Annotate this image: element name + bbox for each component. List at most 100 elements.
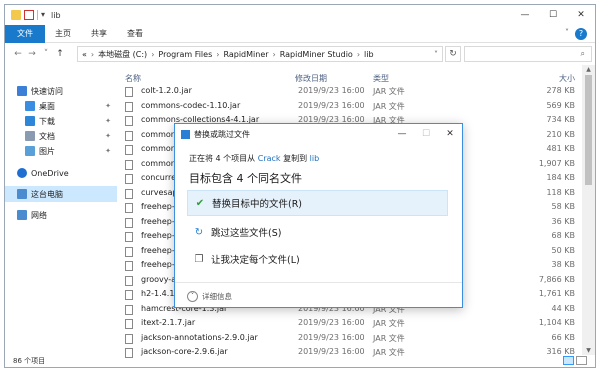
sidebar-item-pictures[interactable]: 图片 ✦: [5, 143, 117, 159]
file-row[interactable]: commons-codec-1.10.jar 2019/9/23 16:00 JAR…: [122, 100, 581, 114]
destination-folder-link[interactable]: lib: [310, 154, 320, 163]
forward-button[interactable]: →: [25, 49, 39, 59]
vertical-scrollbar[interactable]: ▲ ▼: [582, 65, 595, 355]
properties-icon[interactable]: [24, 10, 34, 20]
pin-icon[interactable]: ✦: [105, 147, 111, 155]
dialog-title: 替换或跳过文件: [194, 129, 250, 139]
breadcrumb-drive[interactable]: 本地磁盘 (C:): [98, 49, 147, 60]
replace-files-option[interactable]: ✔ 替换目标中的文件(R): [187, 190, 448, 216]
minimize-button[interactable]: —: [511, 5, 539, 25]
file-size: 278 KB: [546, 86, 575, 95]
file-size: 58 KB: [551, 202, 575, 211]
column-header-name[interactable]: 名称: [125, 73, 141, 84]
cloud-icon: [17, 168, 27, 178]
scroll-down-icon[interactable]: ▼: [582, 347, 595, 354]
sidebar-item-label: 网络: [31, 210, 47, 220]
column-header-date[interactable]: 修改日期: [295, 73, 327, 84]
jar-file-icon: [125, 304, 133, 315]
large-icons-view-icon[interactable]: [576, 356, 587, 365]
file-name: jackson-annotations-2.9.0.jar: [141, 332, 258, 342]
file-size: 66 KB: [551, 332, 575, 342]
file-size: 734 KB: [546, 115, 575, 124]
column-header-size[interactable]: 大小: [559, 73, 575, 84]
dialog-subtitle: 正在将 4 个项目从 Crack 复制到 lib: [189, 153, 319, 164]
sidebar-item-desktop[interactable]: 桌面 ✦: [5, 98, 117, 114]
help-icon[interactable]: ?: [575, 28, 587, 40]
chevron-down-icon[interactable]: ˅: [565, 28, 569, 37]
file-name: commons-codec-1.10.jar: [141, 100, 241, 110]
source-folder-link[interactable]: Crack: [258, 154, 281, 163]
breadcrumb-rapidminer-studio[interactable]: RapidMiner Studio: [280, 50, 353, 59]
file-size: 1,761 KB: [538, 289, 575, 298]
quick-access-toolbar: ▾: [5, 10, 45, 20]
breadcrumb-program-files[interactable]: Program Files: [158, 50, 212, 59]
maximize-button[interactable]: ☐: [539, 5, 567, 25]
file-type: JAR 文件: [373, 101, 405, 111]
view-buttons: [563, 356, 587, 365]
tab-share[interactable]: 共享: [81, 25, 117, 43]
picture-icon: [25, 146, 35, 156]
jar-file-icon: [125, 159, 133, 170]
customize-toolbar-icon[interactable]: ▾: [41, 10, 45, 20]
checkmark-icon: ✔: [195, 197, 205, 209]
back-button[interactable]: ←: [11, 49, 25, 59]
close-button[interactable]: ✕: [567, 5, 595, 25]
sidebar-item-documents[interactable]: 文档 ✦: [5, 128, 117, 144]
tab-file[interactable]: 文件: [5, 24, 45, 43]
more-details-toggle[interactable]: ˅ 详细信息: [187, 291, 232, 302]
jar-file-icon: [125, 203, 133, 213]
sidebar-item-downloads[interactable]: 下载 ✦: [5, 113, 117, 129]
column-header-type[interactable]: 类型: [373, 73, 389, 84]
replace-or-skip-dialog: 替换或跳过文件 — ☐ ✕ 正在将 4 个项目从 Crack 复制到 lib 目…: [174, 123, 463, 308]
address-dropdown-icon[interactable]: ˅: [434, 50, 438, 59]
sidebar-item-this-pc[interactable]: 这台电脑: [5, 186, 117, 202]
up-button[interactable]: ↑: [53, 49, 67, 59]
navigation-bar: ← → ˅ ↑ « › 本地磁盘 (C:) › Program Files › …: [5, 43, 595, 65]
breadcrumb-rapidminer[interactable]: RapidMiner: [223, 50, 268, 59]
jar-file-icon: [125, 188, 133, 199]
tab-home[interactable]: 主页: [45, 25, 81, 43]
file-date: 2019/9/23 16:00: [298, 100, 365, 110]
option-label: 跳过这些文件(S): [211, 228, 282, 239]
dialog-close-button[interactable]: ✕: [438, 124, 462, 144]
item-count: 86 个项目: [13, 357, 46, 365]
dialog-minimize-button[interactable]: —: [390, 124, 414, 144]
tab-view[interactable]: 查看: [117, 25, 153, 43]
pin-icon[interactable]: ✦: [105, 132, 111, 140]
search-input[interactable]: ⌕: [464, 46, 592, 62]
sidebar-item-network[interactable]: 网络: [5, 207, 117, 223]
file-row[interactable]: colt-1.2.0.jar 2019/9/23 16:00 JAR 文件 278 K…: [122, 85, 581, 99]
file-name: common: [141, 158, 176, 168]
details-view-icon[interactable]: [563, 356, 574, 365]
computer-icon: [17, 189, 27, 199]
scroll-up-icon[interactable]: ▲: [582, 66, 595, 73]
ribbon: 文件 主页 共享 查看 ˅ ?: [5, 24, 595, 43]
network-icon: [17, 210, 27, 220]
folder-icon: [11, 10, 21, 20]
file-row[interactable]: jackson-annotations-2.9.0.jar 2019/9/23 1…: [122, 332, 581, 346]
file-name: freehep-: [141, 216, 175, 226]
pin-icon[interactable]: ✦: [105, 102, 111, 110]
file-row[interactable]: itext-2.1.7.jar 2019/9/23 16:00 JAR 文件 1,10…: [122, 317, 581, 331]
star-icon: [17, 86, 27, 96]
refresh-button[interactable]: ↻: [445, 46, 461, 62]
recent-locations-button[interactable]: ˅: [39, 49, 53, 59]
file-name: curvesap: [141, 187, 178, 197]
sidebar-item-label: 这台电脑: [31, 189, 63, 199]
address-bar[interactable]: « › 本地磁盘 (C:) › Program Files › RapidMin…: [77, 46, 443, 62]
jar-file-icon: [125, 232, 133, 242]
sidebar-item-onedrive[interactable]: OneDrive: [5, 165, 117, 181]
pin-icon[interactable]: ✦: [105, 117, 111, 125]
window-title: lib: [51, 10, 61, 20]
address-overflow[interactable]: «: [82, 50, 87, 59]
sidebar-item-quick-access[interactable]: 快速访问: [5, 83, 117, 99]
breadcrumb-lib[interactable]: lib: [364, 50, 374, 59]
jar-file-icon: [125, 174, 133, 184]
jar-file-icon: [125, 333, 133, 344]
file-size: 7,866 KB: [538, 274, 575, 284]
file-name: concurre: [141, 173, 177, 182]
scrollbar-thumb[interactable]: [585, 75, 592, 185]
decide-each-file-option[interactable]: ❐ 让我决定每个文件(L): [187, 246, 448, 272]
document-icon: [25, 131, 35, 141]
skip-files-option[interactable]: ↻ 跳过这些文件(S): [187, 219, 448, 245]
